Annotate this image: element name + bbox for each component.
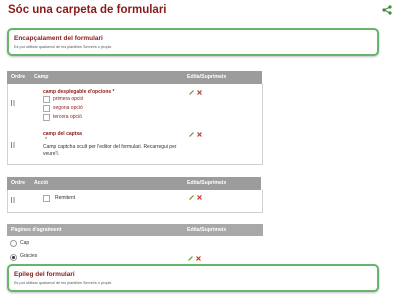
form-epilogue-box[interactable]: Epileg del formulari Es pot utilitzar qu…: [7, 264, 379, 292]
drag-handle-icon[interactable]: [11, 142, 15, 148]
pencil-icon[interactable]: [189, 90, 194, 95]
fields-table-header-right: Edita/Suprimeix: [182, 71, 262, 84]
thanks-table-header: Pàgines d'agraïment Edita/Suprimeix: [7, 224, 263, 236]
actions-table-header: Ordre Acció Edita/Suprimeix: [7, 177, 261, 190]
delete-x-icon[interactable]: [197, 90, 202, 95]
delete-x-icon[interactable]: [197, 132, 202, 137]
option-label: tercera opció: [53, 114, 82, 120]
col-edit: Edita/Suprimeix: [187, 227, 227, 233]
option-checkbox[interactable]: [43, 105, 50, 112]
field-label: camp desplegable d'opcions *: [43, 89, 115, 95]
prologue-title: Encapçalament del formulari: [14, 35, 103, 42]
option-checkbox[interactable]: [43, 114, 50, 121]
action-label: Remitent: [55, 195, 76, 201]
fields-table: camp desplegable d'opcions * primera opc…: [7, 84, 263, 165]
thanks-radio-none[interactable]: [10, 240, 17, 247]
field-label: camp del captxa: [43, 131, 82, 137]
drag-handle-icon[interactable]: [11, 197, 15, 203]
option-label: segona opció: [53, 105, 83, 111]
col-pages: Pàgines d'agraïment: [11, 227, 62, 233]
option-label: primera opció: [53, 96, 84, 102]
action-checkbox[interactable]: [43, 195, 50, 202]
delete-x-icon[interactable]: [197, 195, 202, 200]
required-marker: *: [45, 137, 47, 143]
pencil-icon[interactable]: [189, 195, 194, 200]
col-action: Acció: [34, 180, 49, 186]
col-edit: Edita/Suprimeix: [187, 180, 227, 186]
pencil-icon[interactable]: [189, 132, 194, 137]
col-edit: Edita/Suprimeix: [187, 74, 227, 80]
option-checkbox[interactable]: [43, 96, 50, 103]
col-order: Ordre: [11, 180, 26, 186]
thanks-option-label: Cap: [20, 240, 30, 246]
epilogue-title: Epileg del formulari: [14, 271, 75, 278]
col-field: Camp: [34, 74, 49, 80]
pencil-icon[interactable]: [188, 256, 193, 261]
drag-handle-icon[interactable]: [11, 100, 15, 106]
prologue-description: Es pot utilitzar qualsevol de les planti…: [14, 45, 112, 49]
share-icon[interactable]: [382, 5, 392, 15]
page-title: Sóc una carpeta de formulari: [8, 4, 167, 16]
epilogue-description: Es pot utilitzar qualsevol de les planti…: [14, 281, 112, 285]
thanks-radio-thanks[interactable]: [10, 254, 17, 261]
delete-x-icon[interactable]: [196, 256, 201, 261]
thanks-option-label: Gràcies: [20, 253, 38, 259]
field-help-text: Camp captcha ocult per l'editor del form…: [43, 144, 177, 157]
actions-table: Remitent: [7, 190, 263, 213]
col-order: Ordre: [11, 74, 26, 80]
form-prologue-box[interactable]: Encapçalament del formulari Es pot utili…: [7, 28, 379, 56]
